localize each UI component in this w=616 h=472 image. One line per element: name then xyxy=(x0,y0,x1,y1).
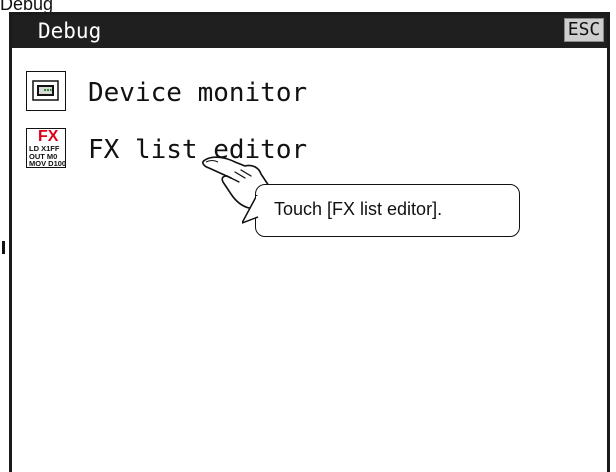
callout-pointer xyxy=(242,195,259,224)
menu-item-device-monitor[interactable]: Device monitor xyxy=(26,71,386,113)
esc-button[interactable]: ESC xyxy=(564,18,604,42)
fx-icon-title: FX xyxy=(38,128,59,145)
window-title: Debug xyxy=(38,19,102,43)
got-screen: Debug ESC Device monitor FX LD X1FF OUT … xyxy=(9,12,610,472)
fx-icon-line: MOV D100 xyxy=(29,159,67,168)
title-bar: Debug ESC xyxy=(12,15,607,48)
instruction-callout: Touch [FX list editor]. xyxy=(242,184,520,237)
device-monitor-icon xyxy=(26,71,66,111)
margin-mark xyxy=(2,241,5,254)
menu-item-label: Device monitor xyxy=(88,78,308,108)
fx-list-editor-icon: FX LD X1FF OUT M0 MOV D100 xyxy=(26,128,66,168)
callout-text: Touch [FX list editor]. xyxy=(274,199,443,219)
